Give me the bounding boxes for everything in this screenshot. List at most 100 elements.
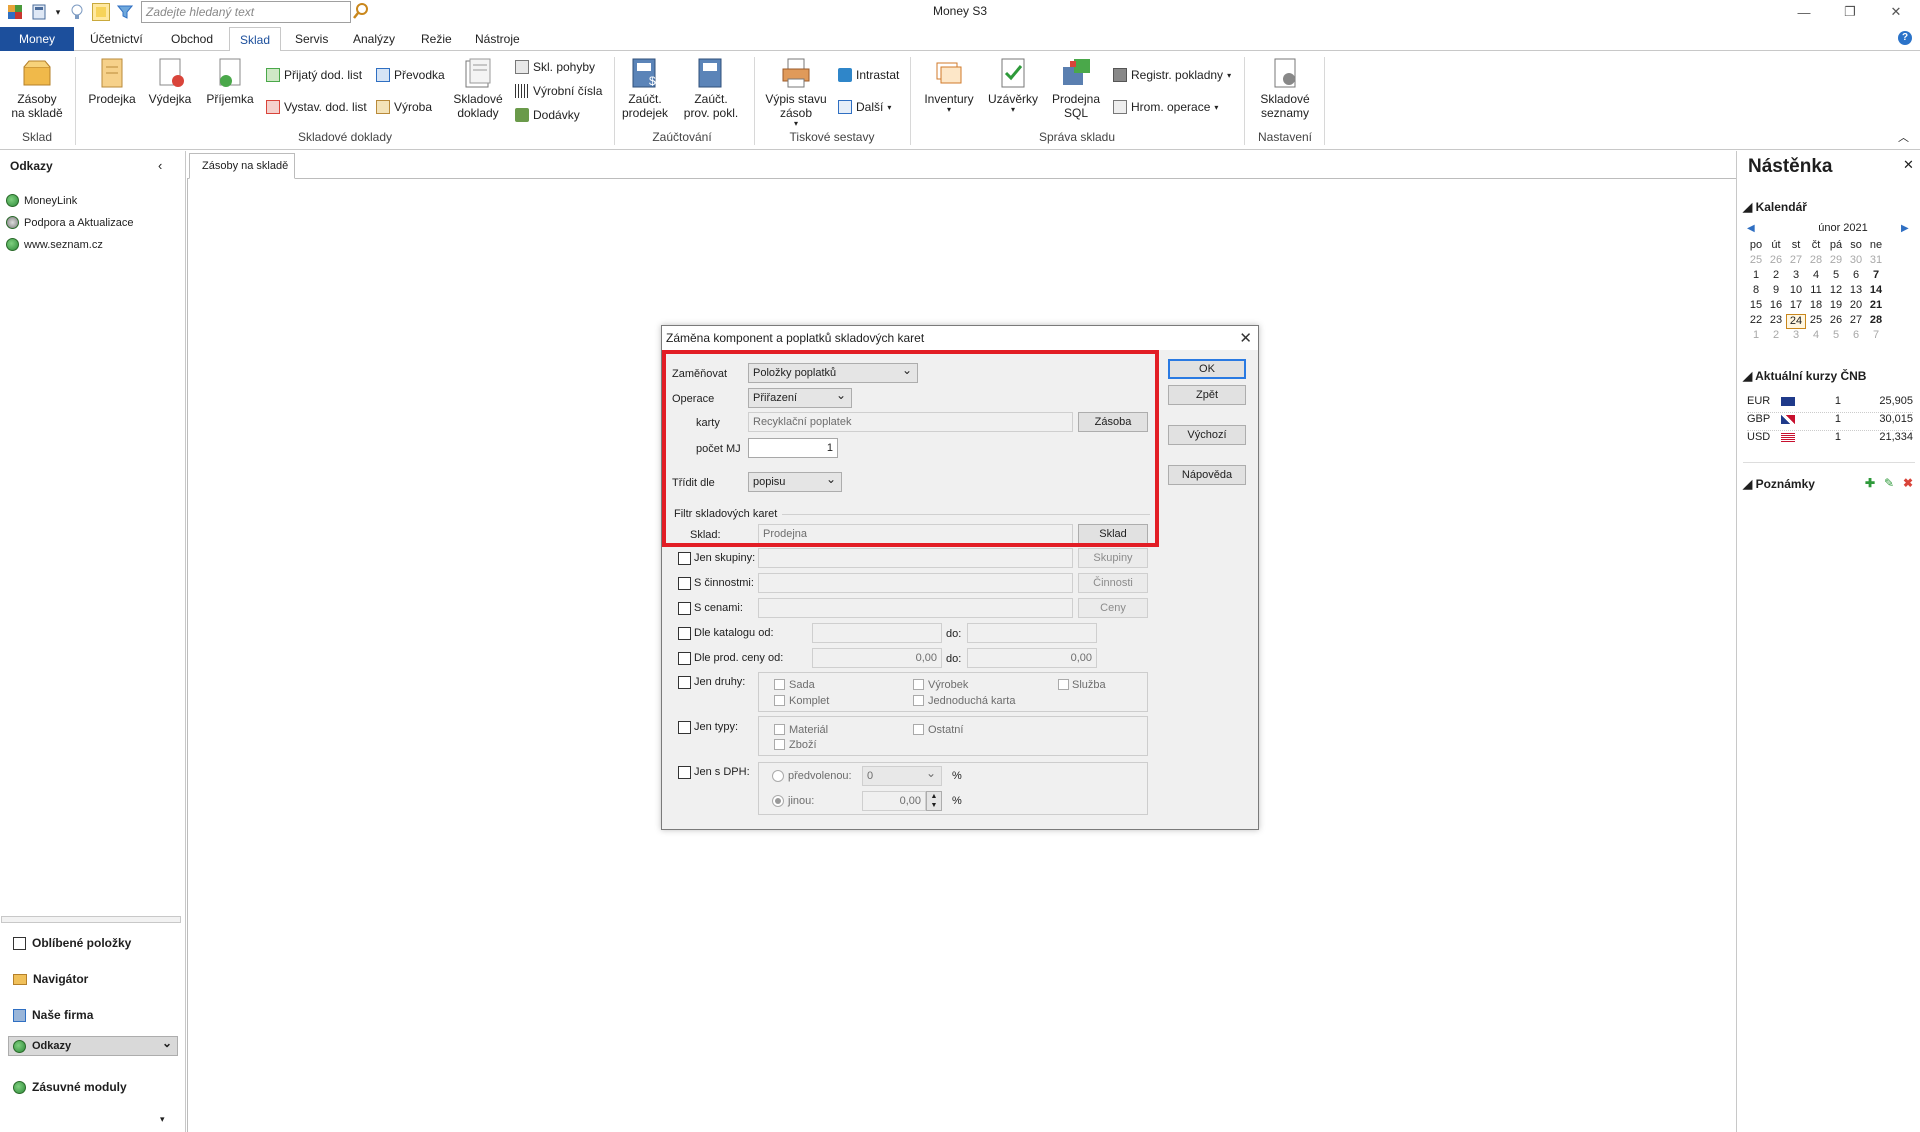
- inventury-button[interactable]: Inventury ▾: [918, 57, 980, 114]
- rates-heading[interactable]: ◢ Aktuální kurzy ČNB: [1743, 369, 1866, 383]
- calendar-day[interactable]: 19: [1826, 299, 1846, 314]
- calendar-day[interactable]: 31: [1866, 254, 1886, 269]
- cinnosti-input[interactable]: [758, 573, 1073, 593]
- tab-zasoby-na-sklade[interactable]: Zásoby na skladě: [189, 153, 295, 179]
- typ-zbozi-checkbox[interactable]: [774, 739, 785, 750]
- restore-icon[interactable]: ❐: [1827, 0, 1873, 24]
- calendar-day[interactable]: 28: [1866, 314, 1886, 329]
- calendar-day[interactable]: 24: [1786, 314, 1806, 329]
- tab-money[interactable]: Money: [0, 27, 74, 51]
- calendar-day[interactable]: 4: [1806, 269, 1826, 284]
- tab-obchod[interactable]: Obchod: [161, 27, 223, 51]
- calendar-day[interactable]: 22: [1746, 314, 1766, 329]
- calendar-day[interactable]: 3: [1786, 269, 1806, 284]
- calendar-day[interactable]: 17: [1786, 299, 1806, 314]
- minimize-icon[interactable]: —: [1781, 0, 1827, 24]
- link-seznam[interactable]: www.seznam.cz: [6, 238, 103, 251]
- prevodka-button[interactable]: Převodka: [376, 68, 445, 82]
- calendar-day[interactable]: 1: [1746, 329, 1766, 344]
- spinner-icon[interactable]: ▲ ▼: [926, 791, 942, 811]
- skupiny-button[interactable]: Skupiny: [1078, 548, 1148, 568]
- calendar-day[interactable]: 8: [1746, 284, 1766, 299]
- jinou-radio[interactable]: [772, 795, 784, 807]
- collapse-left-icon[interactable]: ‹: [158, 158, 162, 173]
- predvolenou-select[interactable]: 0: [862, 766, 942, 786]
- calendar-day[interactable]: 27: [1846, 314, 1866, 329]
- uzaverky-button[interactable]: Uzávěrky ▾: [984, 57, 1042, 114]
- calendar-day[interactable]: 5: [1826, 329, 1846, 344]
- vystav-dod-list-button[interactable]: Vystav. dod. list: [266, 100, 367, 114]
- katalog-do-input[interactable]: [967, 623, 1097, 643]
- calendar-day[interactable]: 5: [1826, 269, 1846, 284]
- calendar-day[interactable]: 26: [1766, 254, 1786, 269]
- calendar-day[interactable]: 20: [1846, 299, 1866, 314]
- calendar-day[interactable]: 2: [1766, 269, 1786, 284]
- prodejna-sql-button[interactable]: Prodejna SQL: [1048, 57, 1104, 120]
- vyrobni-cisla-button[interactable]: Výrobní čísla: [515, 84, 602, 98]
- ok-button[interactable]: OK: [1168, 359, 1246, 379]
- splitter[interactable]: [1, 916, 181, 923]
- calendar-day[interactable]: 21: [1866, 299, 1886, 314]
- vypis-stavu-zasob-button[interactable]: Výpis stavu zásob ▾: [760, 57, 832, 128]
- chevron-down-icon[interactable]: ▾: [160, 1114, 165, 1125]
- skupiny-input[interactable]: [758, 548, 1073, 568]
- typ-ostatni-checkbox[interactable]: [913, 724, 924, 735]
- add-note-icon[interactable]: ✚: [1865, 476, 1875, 490]
- nav-oblibene[interactable]: Oblíbené položky: [8, 928, 178, 958]
- calendar-day[interactable]: 25: [1806, 314, 1826, 329]
- s-cenami-checkbox[interactable]: [678, 602, 691, 615]
- delete-note-icon[interactable]: ✖: [1903, 476, 1913, 490]
- calendar-day[interactable]: 7: [1866, 269, 1886, 284]
- calendar-day[interactable]: 16: [1766, 299, 1786, 314]
- zauct-prov-pokl-button[interactable]: Zaúčt. prov. pokl.: [678, 57, 744, 120]
- cena-od-input[interactable]: 0,00: [812, 648, 942, 668]
- vychozi-button[interactable]: Výchozí: [1168, 425, 1246, 445]
- skladove-seznamy-button[interactable]: Skladové seznamy: [1252, 57, 1318, 120]
- jen-typy-checkbox[interactable]: [678, 721, 691, 734]
- calendar-day[interactable]: 15: [1746, 299, 1766, 314]
- calendar-day[interactable]: 18: [1806, 299, 1826, 314]
- close-window-icon[interactable]: ✕: [1873, 0, 1919, 24]
- nav-navigator[interactable]: Navigátor: [8, 964, 178, 994]
- calendar-day[interactable]: 7: [1866, 329, 1886, 344]
- vydejka-button[interactable]: Výdejka: [145, 57, 195, 106]
- jen-skupiny-checkbox[interactable]: [678, 552, 691, 565]
- help-icon[interactable]: ?: [1898, 31, 1912, 45]
- calendar-day[interactable]: 6: [1846, 269, 1866, 284]
- katalog-od-input[interactable]: [812, 623, 942, 643]
- nav-nase-firma[interactable]: Naše firma: [8, 1000, 178, 1030]
- calendar-heading[interactable]: ◢ Kalendář: [1743, 200, 1807, 214]
- hrom-operace-button[interactable]: Hrom. operace ▾: [1113, 100, 1218, 114]
- dle-katalogu-checkbox[interactable]: [678, 627, 691, 640]
- jen-s-dph-checkbox[interactable]: [678, 766, 691, 779]
- s-cinnostmi-checkbox[interactable]: [678, 577, 691, 590]
- skladove-doklady-button[interactable]: Skladové doklady: [450, 57, 506, 120]
- calendar-day[interactable]: 13: [1846, 284, 1866, 299]
- close-panel-icon[interactable]: ✕: [1903, 157, 1914, 173]
- calendar-day[interactable]: 11: [1806, 284, 1826, 299]
- prodejka-button[interactable]: Prodejka: [86, 57, 138, 106]
- edit-note-icon[interactable]: ✎: [1884, 476, 1894, 490]
- registr-pokladny-button[interactable]: Registr. pokladny ▾: [1113, 68, 1231, 82]
- calendar-day[interactable]: 10: [1786, 284, 1806, 299]
- tab-nastroje[interactable]: Nástroje: [465, 27, 530, 51]
- zpet-button[interactable]: Zpět: [1168, 385, 1246, 405]
- tab-servis[interactable]: Servis: [285, 27, 338, 51]
- vyroba-button[interactable]: Výroba: [376, 100, 432, 114]
- calendar-day[interactable]: 4: [1806, 329, 1826, 344]
- calendar-day[interactable]: 14: [1866, 284, 1886, 299]
- skl-pohyby-button[interactable]: Skl. pohyby: [515, 60, 595, 74]
- cinnosti-button[interactable]: Činnosti: [1078, 573, 1148, 593]
- calendar-day[interactable]: 1: [1746, 269, 1766, 284]
- link-podpora[interactable]: Podpora a Aktualizace: [6, 216, 133, 229]
- dialog-close-icon[interactable]: ✕: [1239, 329, 1252, 347]
- tab-rezie[interactable]: Režie: [411, 27, 462, 51]
- predvolenou-radio[interactable]: [772, 770, 784, 782]
- napoveda-button[interactable]: Nápověda: [1168, 465, 1246, 485]
- calendar-day[interactable]: 25: [1746, 254, 1766, 269]
- ceny-input[interactable]: [758, 598, 1073, 618]
- typ-material-checkbox[interactable]: [774, 724, 785, 735]
- calendar-day[interactable]: 3: [1786, 329, 1806, 344]
- link-moneylink[interactable]: MoneyLink: [6, 194, 77, 207]
- calendar-day[interactable]: 27: [1786, 254, 1806, 269]
